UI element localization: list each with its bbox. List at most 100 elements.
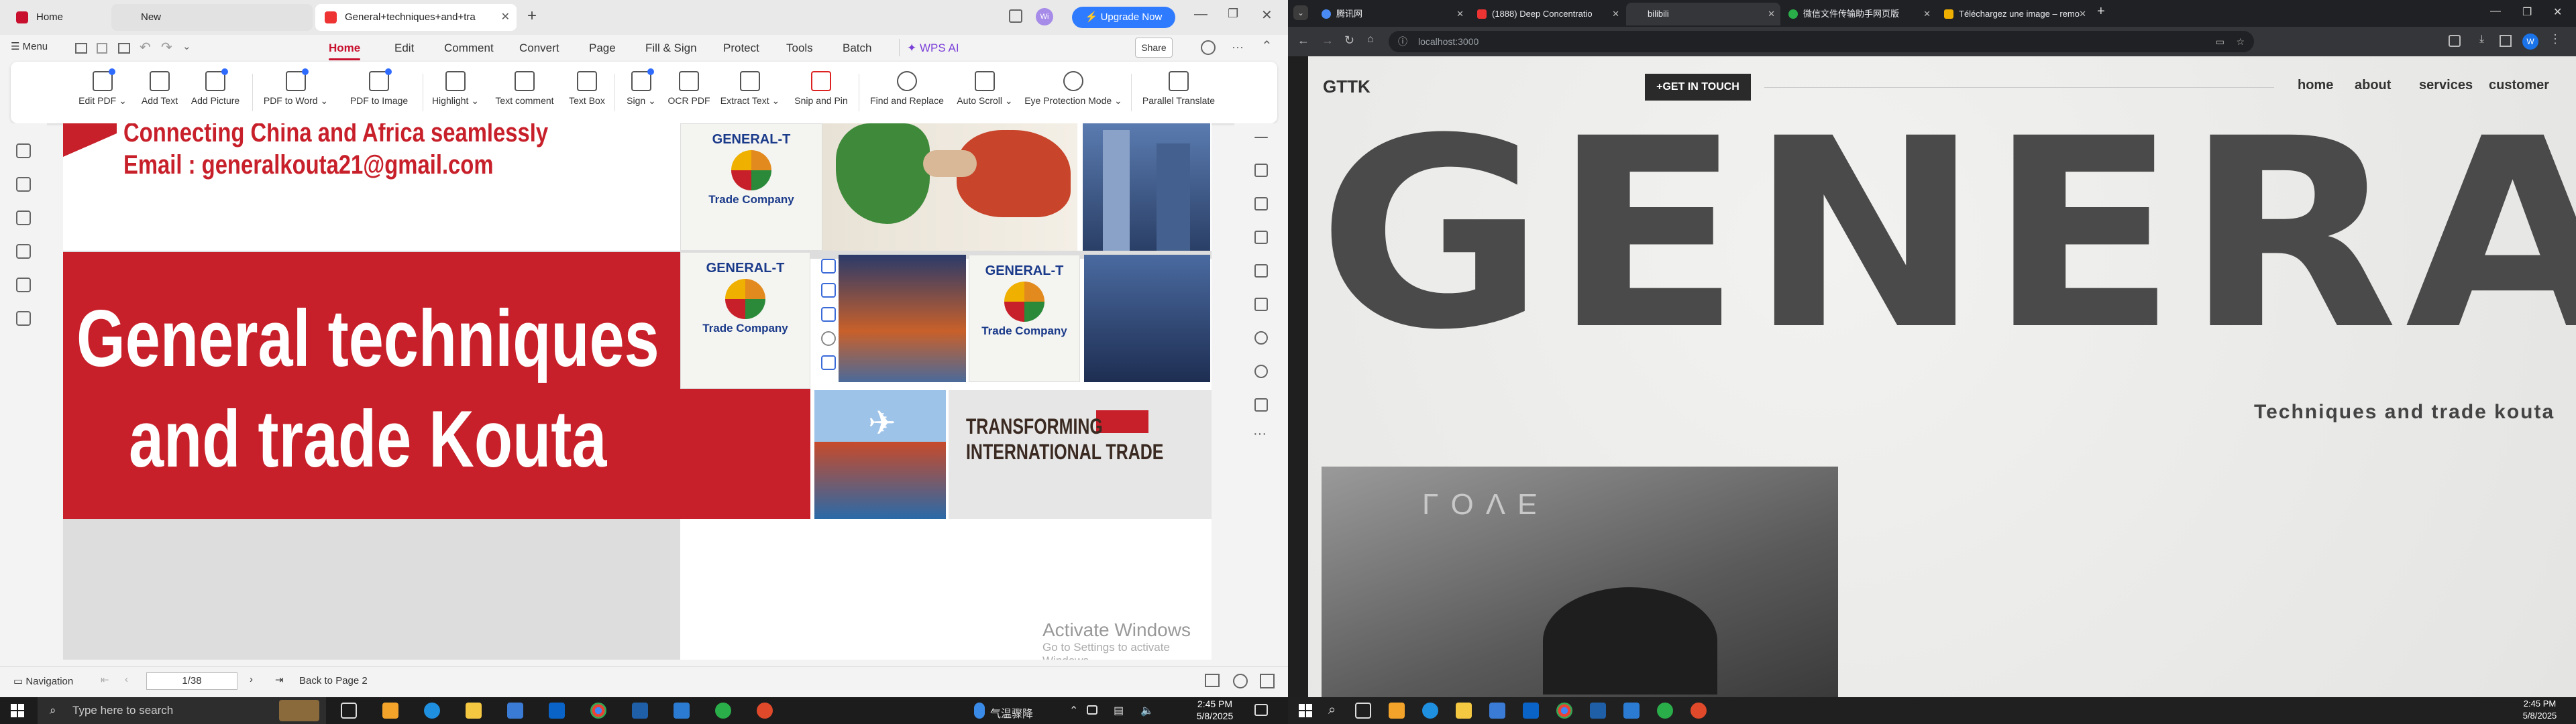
edge-icon[interactable] <box>424 703 440 719</box>
app-icon[interactable] <box>382 703 398 719</box>
weather-icon[interactable] <box>974 703 985 719</box>
bookmark-icon[interactable] <box>16 143 31 158</box>
clock-date[interactable]: 5/8/2025 <box>2516 711 2564 721</box>
open-folder-icon[interactable] <box>75 43 87 54</box>
share-button[interactable]: Share <box>1135 38 1173 58</box>
parallel-translate-button[interactable]: Parallel Translate <box>1135 67 1222 118</box>
read-mode-icon[interactable] <box>1205 674 1220 687</box>
cast-icon[interactable]: ▭ <box>2216 31 2224 52</box>
layers-icon[interactable] <box>16 311 31 326</box>
window-layout-icon[interactable] <box>1009 9 1022 23</box>
eye-protection-button[interactable]: Eye Protection Mode ⌄ <box>1020 67 1127 118</box>
chrome-tab-3[interactable]: bilibili ✕ <box>1626 3 1780 25</box>
chrome-tab-2[interactable]: (1888) Deep Concentratio ✕ <box>1470 3 1625 25</box>
app-icon[interactable] <box>757 703 773 719</box>
vscode-icon[interactable] <box>674 703 690 719</box>
comments-icon[interactable] <box>16 210 31 225</box>
collapse-ribbon-icon[interactable]: ⌃ <box>1261 38 1273 54</box>
tab-menu-edit[interactable]: Edit <box>394 40 414 56</box>
snip-pin-button[interactable]: Snip and Pin <box>789 67 853 118</box>
find-replace-button[interactable]: Find and Replace <box>864 67 950 118</box>
back-icon[interactable]: ← <box>1297 34 1309 48</box>
minus-icon[interactable] <box>1254 137 1268 138</box>
tab-home[interactable]: Home <box>7 4 107 31</box>
sidepanel-icon[interactable] <box>2500 35 2512 47</box>
close-window-icon[interactable]: ✕ <box>1261 7 1273 23</box>
tab-menu-protect[interactable]: Protect <box>723 40 759 56</box>
document-icon[interactable] <box>1254 197 1268 210</box>
close-icon[interactable]: ✕ <box>1923 3 1931 25</box>
image-extract-icon[interactable] <box>821 355 836 370</box>
more-icon[interactable]: ··· <box>1232 40 1244 54</box>
image-crop-icon[interactable] <box>821 307 836 322</box>
chrome-icon[interactable] <box>590 703 606 719</box>
forward-icon[interactable]: → <box>1322 34 1334 48</box>
more-icon[interactable]: ⋮ <box>2549 32 2561 46</box>
first-page-icon[interactable]: ⇤ <box>101 674 109 686</box>
store-icon[interactable] <box>1489 703 1505 719</box>
site-info-icon[interactable]: ⓘ <box>1398 31 1407 52</box>
image-replace-icon[interactable] <box>821 283 836 298</box>
zoom-icon[interactable] <box>821 331 836 346</box>
prev-page-icon[interactable]: ‹ <box>125 674 128 685</box>
chrome-icon[interactable] <box>1556 703 1572 719</box>
navigation-toggle[interactable]: ▭ Navigation <box>13 675 73 687</box>
tab-menu-comment[interactable]: Comment <box>444 40 494 56</box>
close-icon[interactable]: ✕ <box>1612 3 1619 25</box>
store-icon[interactable] <box>507 703 523 719</box>
minimize-icon[interactable]: — <box>2490 5 2501 17</box>
document-canvas[interactable]: Connecting China and Africa seamlessly E… <box>63 123 1212 660</box>
chevron-down-icon[interactable]: ⌄ <box>182 40 191 52</box>
chrome-tab-5[interactable]: Téléchargez une image – remo ✕ <box>1937 3 2092 25</box>
mail-icon[interactable] <box>549 703 565 719</box>
tray-chevron-icon[interactable]: ⌃ <box>1069 704 1078 717</box>
clock-time[interactable]: 2:45 PM <box>2520 699 2560 709</box>
save-icon[interactable] <box>97 43 107 54</box>
fullscreen-icon[interactable] <box>1260 674 1275 688</box>
notification-icon[interactable] <box>1254 704 1268 716</box>
tray-icon[interactable] <box>1087 705 1097 715</box>
extract-text-button[interactable]: Extract Text ⌄ <box>716 67 784 118</box>
avatar[interactable]: Wi <box>1036 8 1053 25</box>
wechat-icon[interactable] <box>715 703 731 719</box>
settings-icon[interactable] <box>1201 40 1216 55</box>
auto-scroll-button[interactable]: Auto Scroll ⌄ <box>953 67 1017 118</box>
windows-start-icon[interactable] <box>1299 704 1312 717</box>
edit-icon[interactable] <box>1254 164 1268 177</box>
signature-icon[interactable] <box>16 278 31 292</box>
tab-menu-wps-ai[interactable]: ✦ WPS AI <box>907 40 959 56</box>
tab-menu-home[interactable]: Home <box>329 40 361 60</box>
close-icon[interactable]: ✕ <box>2079 3 2086 25</box>
pen-icon[interactable] <box>1254 231 1268 244</box>
tab-menu-batch[interactable]: Batch <box>843 40 871 56</box>
address-bar[interactable]: ⓘ localhost:3000 ▭ ☆ <box>1389 31 2254 52</box>
text-box-button[interactable]: Text Box <box>565 67 609 118</box>
app-icon[interactable] <box>1590 703 1606 719</box>
back-to-page-link[interactable]: Back to Page 2 <box>299 675 368 686</box>
minimize-icon[interactable]: — <box>1194 7 1208 22</box>
ocr-pdf-button[interactable]: OCR PDF <box>667 67 711 118</box>
bookmark-star-icon[interactable]: ☆ <box>2236 31 2245 52</box>
upgrade-button[interactable]: ⚡ Upgrade Now <box>1072 7 1175 28</box>
tab-menu-tools[interactable]: Tools <box>786 40 813 56</box>
share-icon[interactable] <box>1254 398 1268 412</box>
search-icon[interactable] <box>1254 331 1268 345</box>
mail-icon[interactable] <box>1523 703 1539 719</box>
restore-icon[interactable]: ❐ <box>2522 5 2532 19</box>
close-icon[interactable]: ✕ <box>1768 3 1775 25</box>
play-icon[interactable] <box>1233 674 1248 688</box>
close-icon[interactable]: ✕ <box>1456 3 1464 25</box>
page-number-input[interactable]: 1/38 <box>146 672 237 690</box>
chrome-tab-1[interactable]: 腾讯网 ✕ <box>1315 3 1469 25</box>
print-icon[interactable] <box>118 43 130 54</box>
add-picture-button[interactable]: Add Picture <box>186 67 244 118</box>
next-page-icon[interactable]: › <box>250 674 253 685</box>
new-tab-icon[interactable]: + <box>527 7 537 25</box>
taskbar-search[interactable]: ⌕ Type here to search <box>38 697 326 724</box>
close-window-icon[interactable]: ✕ <box>2553 5 2562 19</box>
image-edit-icon[interactable] <box>821 259 836 274</box>
tab-new[interactable]: New <box>111 4 313 31</box>
app-icon[interactable] <box>1389 703 1405 719</box>
close-icon[interactable]: ✕ <box>501 4 510 31</box>
network-icon[interactable]: ▤ <box>1114 704 1124 717</box>
